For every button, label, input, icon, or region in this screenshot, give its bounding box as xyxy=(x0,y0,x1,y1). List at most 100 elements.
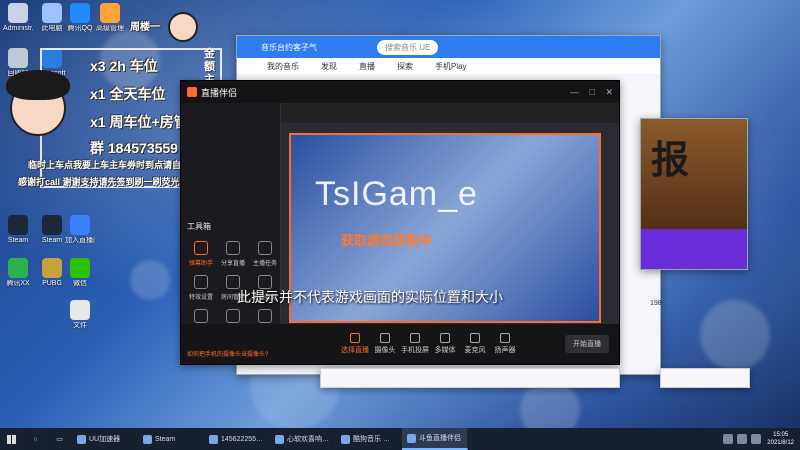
tool-item[interactable]: 特效设置 xyxy=(185,275,217,301)
control-label: 手机投屏 xyxy=(401,347,429,354)
counter-value: 198 xyxy=(650,300,662,307)
maximize-button[interactable]: □ xyxy=(590,87,595,97)
control-icon xyxy=(350,333,360,343)
cartoon-hair xyxy=(6,70,70,100)
sidebar-title: 工具箱 xyxy=(187,222,211,231)
clock-time: 15:05 xyxy=(773,432,789,438)
taskbar-item-label: 斗鱼直播伴侣 xyxy=(419,435,461,442)
control-button[interactable]: 多媒体 xyxy=(431,333,459,355)
go-live-button[interactable]: 开始直播 xyxy=(565,335,609,353)
taskbar-item[interactable]: 心软欢喜响(2248... xyxy=(270,428,336,450)
task-view-button[interactable]: ▭ xyxy=(48,428,72,450)
taskbar-app-icon xyxy=(275,434,284,444)
app-icon xyxy=(70,215,90,235)
control-button[interactable]: 选择直播 xyxy=(341,333,369,355)
app-icon xyxy=(70,300,90,320)
taskbar-item[interactable]: UU加速器 xyxy=(72,428,138,450)
control-button[interactable]: 摄像头 xyxy=(371,333,399,355)
tool-icon xyxy=(226,241,240,255)
taskbar-app-icon xyxy=(77,434,86,444)
control-icon xyxy=(440,333,450,343)
app-icon xyxy=(8,258,28,278)
taskbar-app-icon xyxy=(209,434,218,444)
music-titlebar: 音乐台约客子气 搜索音乐 UE xyxy=(237,36,660,58)
taskbar-item[interactable]: Steam xyxy=(138,428,204,450)
tray-icon[interactable] xyxy=(723,434,734,444)
taskbar-item-label: Steam xyxy=(155,435,176,443)
tool-label: 分享直播 xyxy=(220,261,245,267)
side-player-bar[interactable] xyxy=(660,368,750,388)
overlay-line-1: x3 2h 车位 xyxy=(90,58,158,74)
game-ad-title: 报 xyxy=(651,140,690,182)
tool-label: 弹幕助手 xyxy=(188,261,213,267)
stream-app-window[interactable]: 直播伴侣 — □ ✕ 工具箱 弹幕助手分享直播主播任务特效设置房间管理直播数据虚… xyxy=(180,80,620,365)
tab-explore[interactable]: 探索 xyxy=(397,61,413,72)
app-icon xyxy=(42,258,62,278)
tool-icon xyxy=(226,309,240,323)
tab-live[interactable]: 直播 xyxy=(359,61,375,72)
tab-discover[interactable]: 发现 xyxy=(321,61,337,72)
game-ad-banner[interactable] xyxy=(641,229,747,269)
clock-date: 2021/8/12 xyxy=(767,440,794,446)
game-ad-window[interactable]: 报 xyxy=(640,118,748,270)
desktop-icon[interactable]: Steam xyxy=(3,215,33,245)
app-logo-text: 直播伴侣 xyxy=(201,87,238,98)
search-button[interactable]: ○ xyxy=(24,428,48,450)
bottom-controls: 选择直播 摄像头 手机投屏 多媒体 麦克风 扬声器 开始直播 xyxy=(181,324,619,364)
stream-titlebar: 直播伴侣 — □ ✕ xyxy=(181,81,619,103)
tool-item[interactable]: 分享直播 xyxy=(217,241,249,267)
capturing-text: 获取游戏获取中 xyxy=(341,233,433,248)
desktop-icon[interactable]: 加入直播间 xyxy=(65,215,95,245)
taskbar-item[interactable]: 酷狗音乐 然后... xyxy=(336,428,402,450)
control-label: 多媒体 xyxy=(434,347,456,354)
control-label: 摄像头 xyxy=(374,347,396,354)
taskbar-item-label: 1456222553 - 只... xyxy=(221,436,264,443)
desktop-icon-label: 加入直播间 xyxy=(65,237,95,244)
watermark-text: TsIGam_e xyxy=(315,175,478,213)
desktop-icon-label: Steam xyxy=(7,237,29,244)
taskbar-item[interactable]: 1456222553 - 只... xyxy=(204,428,270,450)
music-search-input[interactable]: 搜索音乐 UE xyxy=(377,39,439,55)
control-button[interactable]: 手机投屏 xyxy=(401,333,429,355)
cartoon-avatar-small xyxy=(168,12,198,42)
desktop-icon[interactable]: 腾讯XX xyxy=(3,258,33,288)
tip-text[interactable]: 如何把手机的摄像头当摄像头? xyxy=(187,349,268,358)
control-icon xyxy=(470,333,480,343)
taskbar-item[interactable]: 斗鱼直播伴侣 xyxy=(402,428,468,450)
desktop-icon-label: Steam xyxy=(41,237,63,244)
windows-icon xyxy=(7,434,16,444)
minimize-button[interactable]: — xyxy=(570,87,579,97)
desktop-icon[interactable]: 文件 xyxy=(65,300,95,330)
control-button[interactable]: 麦克风 xyxy=(461,333,489,355)
app-icon xyxy=(70,258,90,278)
tool-label: 特效设置 xyxy=(188,295,213,301)
overlay-line-4: 群 184573559 xyxy=(90,140,178,156)
tab-mobile[interactable]: 手机Play xyxy=(435,61,467,72)
clock[interactable]: 15:05 2021/8/12 xyxy=(767,431,794,447)
control-button[interactable]: 扬声器 xyxy=(491,333,519,355)
tool-item[interactable]: 主播任务 xyxy=(249,241,281,267)
tool-item[interactable]: 弹幕助手 xyxy=(185,241,217,267)
taskbar-item-label: 心软欢喜响(2248... xyxy=(287,436,330,443)
desktop-icon[interactable]: Steam xyxy=(37,215,67,245)
tool-icon xyxy=(258,309,272,323)
start-button[interactable] xyxy=(0,428,24,450)
taskbar: ○ ▭ UU加速器 Steam 1456222553 - 只... 心软欢喜响(224… xyxy=(0,428,800,450)
search-icon: ○ xyxy=(33,435,38,443)
music-player-bar[interactable] xyxy=(320,368,620,388)
desktop-icon[interactable]: PUBG xyxy=(37,258,67,288)
control-label: 麦克风 xyxy=(464,347,486,354)
tab-my-music[interactable]: 我的音乐 xyxy=(267,61,299,72)
tool-icon xyxy=(194,309,208,323)
system-tray: 15:05 2021/8/12 xyxy=(721,431,800,447)
taskbar-app-icon xyxy=(143,434,152,444)
network-icon[interactable] xyxy=(737,434,748,444)
control-icon xyxy=(410,333,420,343)
volume-icon[interactable] xyxy=(751,434,762,444)
taskbar-item-label: UU加速器 xyxy=(89,436,121,443)
taskbar-app-icon xyxy=(341,434,350,444)
desktop-icon[interactable]: 微信 xyxy=(65,258,95,288)
preview-hint: 此提示并不代表游戏画面的实际位置和大小 xyxy=(237,289,503,305)
close-button[interactable]: ✕ xyxy=(605,87,613,98)
overlay-header: 周楼一 xyxy=(130,22,160,33)
